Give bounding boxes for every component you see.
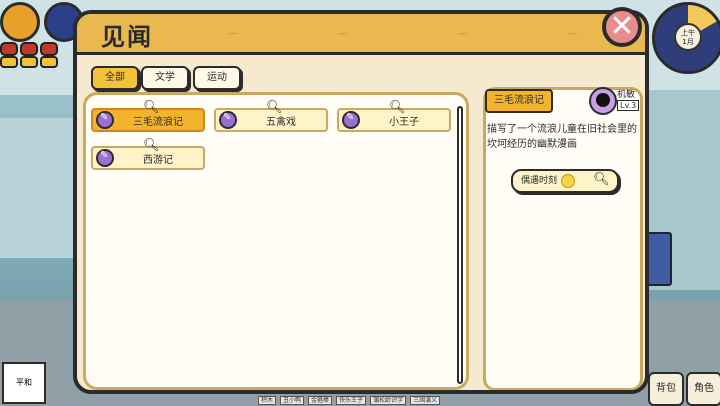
item-label: 三毛流浪记 bbox=[133, 117, 183, 128]
book-icon bbox=[219, 111, 237, 129]
stat-level: Lv.3 bbox=[617, 100, 640, 111]
clock-center: 上午 1月 bbox=[674, 23, 702, 51]
stamina-icon bbox=[20, 56, 38, 68]
item-list bbox=[83, 92, 469, 390]
role-button[interactable]: 角色 bbox=[686, 372, 720, 406]
list-scrollbar[interactable] bbox=[457, 106, 463, 384]
strip-item: 丑小鸭 bbox=[280, 396, 305, 405]
detail-description: 描写了一个流浪儿童在旧社会里的坎坷经历的幽默漫画 bbox=[487, 124, 637, 150]
mood-card[interactable]: 平和 bbox=[2, 362, 46, 404]
book-icon bbox=[342, 111, 360, 129]
heart-icon bbox=[0, 42, 18, 56]
swirl-deco-icon: ∽ bbox=[227, 26, 239, 42]
item-label: 西游记 bbox=[143, 155, 173, 166]
item-label: 五禽戏 bbox=[266, 117, 296, 128]
knowledge-panel: 见闻 ∽ ∽ ∽ ∽ 全部 文学 运动 🔍︎ 三毛流浪记 🔍︎ 五禽戏 🔍︎ 小… bbox=[73, 10, 649, 394]
day-clock[interactable]: 上午 1月 bbox=[652, 2, 720, 74]
clock-period: 上午 bbox=[681, 29, 695, 37]
background-window bbox=[0, 118, 78, 258]
heart-icon bbox=[20, 42, 38, 56]
tab-sports[interactable]: 运动 bbox=[193, 66, 241, 90]
stamina-icon bbox=[0, 56, 18, 68]
stamina-icon bbox=[40, 56, 58, 68]
tab-literature[interactable]: 文学 bbox=[141, 66, 189, 90]
strip-item: 快乐王子 bbox=[336, 396, 367, 405]
book-icon bbox=[96, 149, 114, 167]
strip-item: 金箍棒 bbox=[308, 396, 333, 405]
item-label: 小王子 bbox=[389, 117, 419, 128]
list-item[interactable]: 🔍︎ 五禽戏 bbox=[214, 100, 328, 132]
stat-face-icon bbox=[589, 87, 617, 115]
list-item[interactable]: 🔍︎ 三毛流浪记 bbox=[91, 100, 205, 132]
panel-title: 见闻 bbox=[101, 23, 153, 51]
sun-icon bbox=[561, 174, 575, 188]
swirl-deco-icon: ∽ bbox=[457, 26, 469, 42]
magnifier-icon: 🔍︎ bbox=[593, 172, 610, 187]
strip-item: 蒲松龄识字 bbox=[370, 396, 407, 405]
item-strip: 积木 丑小鸭 金箍棒 快乐王子 蒲松龄识字 三国演义 bbox=[258, 396, 468, 405]
swirl-deco-icon: ∽ bbox=[567, 26, 579, 42]
close-icon: ✕ bbox=[609, 9, 635, 44]
encounter-button[interactable]: 偶遇时刻 🔍︎ bbox=[511, 169, 619, 193]
list-item[interactable]: 🔍︎ 小王子 bbox=[337, 100, 451, 132]
strip-item: 三国演义 bbox=[410, 396, 441, 405]
hud-status-icon[interactable] bbox=[0, 2, 40, 42]
bag-button[interactable]: 背包 bbox=[648, 372, 684, 406]
swirl-deco-icon: ∽ bbox=[337, 26, 349, 42]
encounter-label: 偶遇时刻 bbox=[521, 176, 558, 186]
panel-header: 见闻 ∽ ∽ ∽ ∽ bbox=[77, 14, 645, 55]
strip-item: 积木 bbox=[258, 396, 277, 405]
hud-stamina-row bbox=[0, 56, 58, 68]
clock-date: 1月 bbox=[682, 38, 694, 46]
tab-all[interactable]: 全部 bbox=[91, 66, 139, 90]
close-button[interactable]: ✕ bbox=[602, 7, 642, 47]
detail-title: 三毛流浪记 bbox=[485, 89, 553, 113]
list-item[interactable]: 🔍︎ 西游记 bbox=[91, 138, 205, 170]
hud-health-row bbox=[0, 42, 58, 56]
book-icon bbox=[96, 111, 114, 129]
stat-name: 机敏 bbox=[617, 90, 636, 100]
heart-icon bbox=[40, 42, 58, 56]
